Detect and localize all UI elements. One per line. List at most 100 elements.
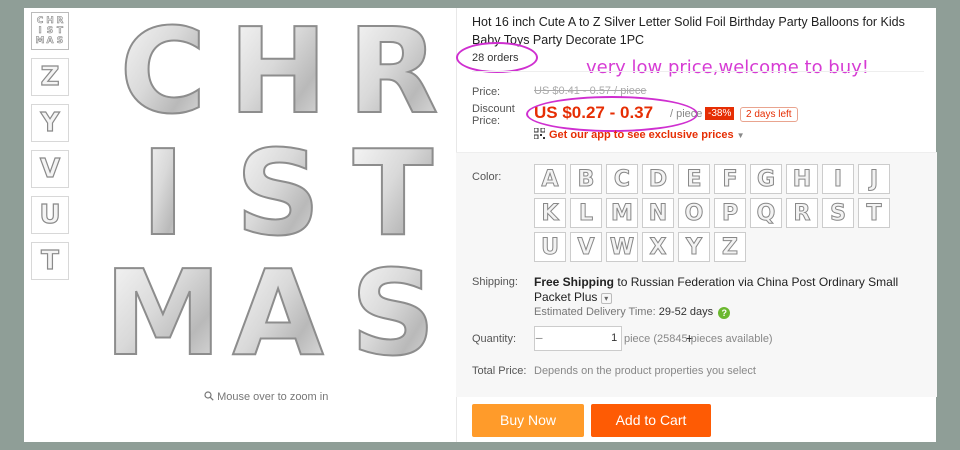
swatch-letter: H — [792, 166, 812, 192]
color-swatch-z[interactable]: Z — [714, 232, 746, 262]
thumbnail-t[interactable]: T — [31, 242, 69, 280]
price-label: Price: — [472, 86, 501, 98]
discount-label-line1: Discount — [472, 103, 515, 115]
app-promo-link[interactable]: Get our app to see exclusive prices ▼ — [534, 128, 745, 141]
color-swatch-t[interactable]: T — [858, 198, 890, 228]
chevron-down-icon: ▼ — [736, 131, 745, 140]
color-swatch-i[interactable]: I — [822, 164, 854, 194]
thumbnail-y[interactable]: Y — [31, 104, 69, 142]
quantity-decrease-button[interactable]: − — [535, 327, 543, 350]
color-swatch-l[interactable]: L — [570, 198, 602, 228]
shipping-info: Free Shipping to Russian Federation via … — [534, 275, 926, 305]
balloon-letter: S — [351, 244, 436, 382]
balloon-letter: T — [353, 124, 434, 262]
swatch-letter: M — [611, 200, 634, 226]
swatch-letter: U — [541, 234, 560, 260]
buy-now-button[interactable]: Buy Now — [472, 404, 584, 437]
thumbnail-letter: V — [39, 153, 61, 184]
balloon-letter: S — [236, 124, 321, 262]
color-swatch-n[interactable]: N — [642, 198, 674, 228]
color-swatch-g[interactable]: G — [750, 164, 782, 194]
color-swatch-o[interactable]: O — [678, 198, 710, 228]
promo-annotation: very low price,welcome to buy! — [586, 57, 870, 78]
thumbnail-mini-letter: M — [35, 36, 45, 47]
swatch-letter: I — [833, 166, 843, 192]
thumbnail-z[interactable]: Z — [31, 58, 69, 96]
discount-badge: -38% — [705, 107, 735, 120]
color-swatch-k[interactable]: K — [534, 198, 566, 228]
thumbnail-mini-letter: S — [56, 36, 64, 47]
color-swatch-x[interactable]: X — [642, 232, 674, 262]
color-swatch-a[interactable]: A — [534, 164, 566, 194]
product-page: CHRISTMAS Z Y V U T CHRISTMAS Mouse over… — [24, 1, 937, 442]
thumbnail-v[interactable]: V — [31, 150, 69, 188]
color-swatches: ABCDEFGHIJ KLMNOPQRST UVWXYZ — [534, 164, 914, 262]
original-price: US $0.41 - 0.57 / piece — [534, 85, 647, 97]
free-shipping-text: Free Shipping — [534, 275, 615, 289]
balloon-letter: M — [104, 244, 221, 382]
thumbnail-letter: U — [39, 199, 61, 230]
product-title: Hot 16 inch Cute A to Z Silver Letter So… — [472, 15, 905, 47]
color-swatch-c[interactable]: C — [606, 164, 638, 194]
balloon-letter: C — [120, 12, 207, 140]
delivery-days: 29-52 days — [658, 306, 714, 318]
thumbnail-mini-letter: H — [46, 16, 54, 27]
thumbnail-mini-letter: I — [38, 26, 42, 37]
color-swatch-y[interactable]: Y — [678, 232, 710, 262]
delivery-label: Estimated Delivery Time: — [534, 306, 656, 318]
color-swatch-e[interactable]: E — [678, 164, 710, 194]
color-swatch-s[interactable]: S — [822, 198, 854, 228]
color-swatch-u[interactable]: U — [534, 232, 566, 262]
color-label: Color: — [472, 171, 502, 183]
color-swatch-d[interactable]: D — [642, 164, 674, 194]
swatch-letter: P — [721, 200, 739, 226]
balloon-letters-image: C H RI S TM A S — [103, 1, 439, 383]
color-swatch-j[interactable]: J — [858, 164, 890, 194]
color-swatch-v[interactable]: V — [570, 232, 602, 262]
zoom-hint-text: Mouse over to zoom in — [217, 391, 329, 403]
title-divider — [472, 71, 924, 72]
color-swatch-r[interactable]: R — [786, 198, 818, 228]
discount-label-line2: Price: — [472, 115, 501, 127]
quantity-stepper: − + — [534, 326, 693, 351]
swatch-letter: Y — [686, 234, 703, 260]
magnifier-icon — [204, 391, 214, 401]
swatch-letter: V — [577, 234, 595, 260]
add-to-cart-button[interactable]: Add to Cart — [591, 404, 711, 437]
qr-code-icon — [534, 128, 545, 139]
balloon-letter: H — [229, 12, 328, 140]
color-swatch-q[interactable]: Q — [750, 198, 782, 228]
thumbnail-list: CHRISTMAS Z Y V U T — [31, 12, 69, 288]
quantity-label: Quantity: — [472, 333, 517, 345]
color-swatch-m[interactable]: M — [606, 198, 638, 228]
swatch-letter: E — [686, 166, 702, 192]
color-swatch-w[interactable]: W — [606, 232, 638, 262]
thumbnail-christmas[interactable]: CHRISTMAS — [31, 12, 69, 50]
thumbnail-letter: Y — [40, 107, 60, 138]
thumbnail-letter: T — [41, 245, 60, 276]
swatch-letter: Z — [722, 234, 739, 260]
swatch-letter: G — [756, 166, 776, 192]
color-swatch-f[interactable]: F — [714, 164, 746, 194]
swatch-letter: D — [648, 166, 668, 192]
balloon-letter: R — [348, 12, 439, 140]
main-product-image[interactable]: CHRISTMAS — [88, 1, 458, 383]
color-swatch-h[interactable]: H — [786, 164, 818, 194]
swatch-letter: N — [648, 200, 668, 226]
total-price-value: Depends on the product properties you se… — [534, 365, 756, 377]
swatch-letter: K — [541, 200, 559, 226]
per-piece-unit: / piece — [670, 108, 703, 120]
swatch-letter: W — [609, 234, 635, 260]
swatch-letter: S — [830, 200, 847, 226]
shipping-dropdown-icon[interactable]: ▾ — [600, 293, 612, 304]
thumbnail-mini-letter: T — [56, 26, 64, 37]
help-icon[interactable]: ? — [718, 307, 731, 319]
stock-available: piece (25845 pieces available) — [624, 333, 773, 345]
app-promo-text: Get our app to see exclusive prices — [549, 129, 734, 141]
orders-count[interactable]: 28 orders — [472, 52, 518, 64]
color-swatch-b[interactable]: B — [570, 164, 602, 194]
thumbnail-letter: Z — [40, 61, 60, 92]
thumbnail-u[interactable]: U — [31, 196, 69, 234]
thumbnail-mini-letter: C — [36, 16, 44, 27]
color-swatch-p[interactable]: P — [714, 198, 746, 228]
